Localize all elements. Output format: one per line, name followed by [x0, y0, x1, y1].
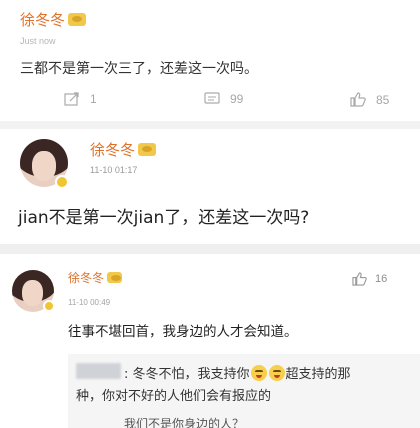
emoji-icon: [250, 365, 267, 381]
comment-like-count: 16: [375, 273, 388, 285]
comment-icon: [204, 92, 220, 104]
quote-text-b: 超支持的那: [285, 367, 351, 382]
quoted-reply[interactable]: : 冬冬不怕，我支持你 超支持的那 种，你对不好的人他们会有报应的 我们不是你身边…: [68, 354, 420, 428]
comment-like-button[interactable]: 16: [352, 272, 387, 286]
post-card-2: 徐冬冬 11-10 01:17 jian不是第一次jian了，还差这一次吗?: [0, 129, 420, 244]
post1-username-row[interactable]: 徐冬冬: [20, 9, 87, 30]
like-icon: [350, 92, 366, 107]
blurred-username: [76, 363, 121, 379]
quote-line-2: 种，你对不好的人他们会有报应的: [76, 389, 272, 404]
comment-button[interactable]: 99: [204, 92, 243, 106]
avatar-face: [32, 151, 56, 181]
share-button[interactable]: 1: [64, 92, 97, 106]
like-count: 85: [376, 92, 390, 107]
username[interactable]: 徐冬冬: [20, 11, 65, 29]
vip-badge-icon: [138, 143, 157, 156]
quote-line-1: : 冬冬不怕，我支持你 超支持的那: [124, 363, 351, 382]
emoji-icon: [268, 365, 285, 381]
vip-badge-icon: [107, 272, 123, 283]
like-button[interactable]: 85: [350, 92, 389, 107]
post-timestamp: Just now: [20, 36, 56, 46]
comment-text: 往事不堪回首，我身边的人才会知道。: [68, 324, 298, 340]
post2-username-row[interactable]: 徐冬冬: [90, 139, 157, 160]
vip-badge-icon: [68, 13, 87, 26]
share-icon: [64, 92, 79, 106]
username[interactable]: 徐冬冬: [90, 141, 135, 159]
post-text: jian不是第一次jian了，还差这一次吗?: [18, 208, 310, 228]
share-count: 1: [90, 92, 97, 106]
comment-count: 99: [230, 92, 244, 106]
like-icon: [352, 272, 367, 286]
verified-badge-icon: [43, 300, 55, 312]
divider: [0, 244, 420, 254]
username[interactable]: 徐冬冬: [68, 271, 104, 285]
comment-card: 徐冬冬 11-10 00:49 16 往事不堪回首，我身边的人才会知道。 : 冬…: [0, 254, 420, 428]
post-text: 三都不是第一次三了，还差这一次吗。: [20, 61, 258, 77]
post-card-1: 徐冬冬 Just now 三都不是第一次三了，还差这一次吗。 1 99 85: [0, 0, 420, 124]
avatar-face: [22, 280, 43, 306]
comment-timestamp: 11-10 00:49: [68, 298, 111, 307]
verified-badge-icon: [55, 175, 69, 189]
quote-text-a: : 冬冬不怕，我支持你: [124, 367, 250, 382]
divider: [0, 121, 420, 129]
post-timestamp: 11-10 01:17: [90, 165, 138, 175]
comment-username-row[interactable]: 徐冬冬: [68, 269, 123, 286]
action-bar: 1 99 85: [0, 92, 420, 118]
quote-line-3: 我们不是你身边的人？: [124, 417, 245, 428]
